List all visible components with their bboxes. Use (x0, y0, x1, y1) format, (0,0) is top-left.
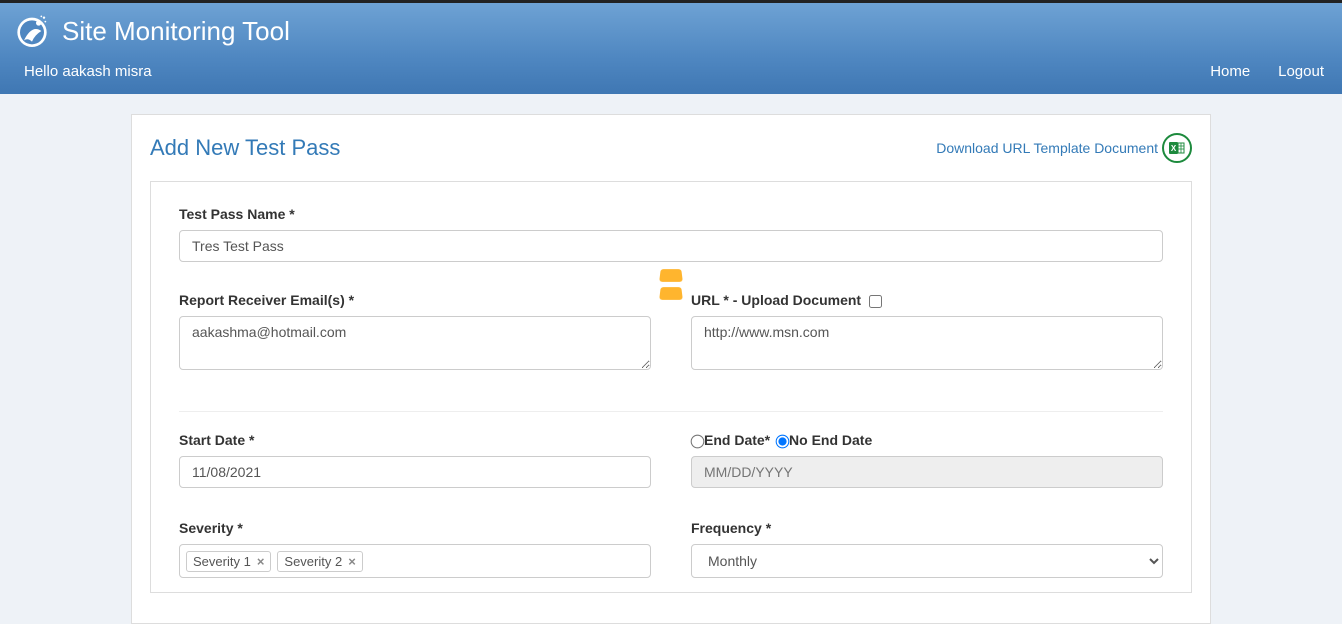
decorative-diamond-icon (659, 269, 683, 282)
url-label-text: URL * - Upload Document (691, 292, 861, 308)
test-pass-name-label: Test Pass Name * (179, 206, 1163, 222)
end-date-radio[interactable] (691, 434, 705, 448)
excel-icon: X (1162, 133, 1192, 163)
page-title: Add New Test Pass (150, 135, 340, 161)
report-email-label: Report Receiver Email(s) * (179, 292, 651, 308)
download-template-label: Download URL Template Document (936, 140, 1158, 156)
app-title: Site Monitoring Tool (62, 16, 290, 47)
url-input[interactable] (691, 316, 1163, 370)
decorative-diamond-icon (659, 287, 683, 300)
app-logo-icon (12, 11, 52, 51)
severity-tag-input[interactable]: Severity 1 × Severity 2 × (179, 544, 651, 578)
no-end-date-radio[interactable] (776, 434, 790, 448)
svg-text:X: X (1171, 144, 1177, 153)
severity-tag[interactable]: Severity 2 × (277, 551, 362, 572)
upload-document-checkbox[interactable] (869, 295, 882, 308)
severity-tag-label: Severity 1 (193, 554, 251, 569)
nav-links: Home Logout (1186, 63, 1324, 80)
tag-remove-icon[interactable]: × (348, 554, 356, 569)
report-email-input[interactable] (179, 316, 651, 370)
url-upload-label: URL * - Upload Document (691, 292, 1163, 308)
severity-label: Severity * (179, 520, 651, 536)
end-date-input (691, 456, 1163, 488)
end-date-radio-label[interactable]: End Date* (691, 432, 774, 448)
start-date-label: Start Date * (179, 432, 651, 448)
nav-home-link[interactable]: Home (1210, 63, 1250, 80)
start-date-input[interactable] (179, 456, 651, 488)
frequency-select[interactable]: Monthly (691, 544, 1163, 578)
tag-remove-icon[interactable]: × (257, 554, 265, 569)
frequency-label: Frequency * (691, 520, 1163, 536)
form-panel: Test Pass Name * Report Receiver Email(s… (150, 181, 1192, 593)
main-panel: Add New Test Pass Download URL Template … (131, 114, 1211, 624)
divider (179, 411, 1163, 412)
user-greeting: Hello aakash misra (24, 63, 152, 80)
severity-tag-label: Severity 2 (284, 554, 342, 569)
nav-logout-link[interactable]: Logout (1278, 63, 1324, 80)
app-header: Site Monitoring Tool Hello aakash misra … (0, 3, 1342, 94)
test-pass-name-input[interactable] (179, 230, 1163, 262)
download-template-link[interactable]: Download URL Template Document X (936, 133, 1192, 163)
no-end-date-radio-label[interactable]: No End Date (776, 432, 872, 448)
severity-tag[interactable]: Severity 1 × (186, 551, 271, 572)
